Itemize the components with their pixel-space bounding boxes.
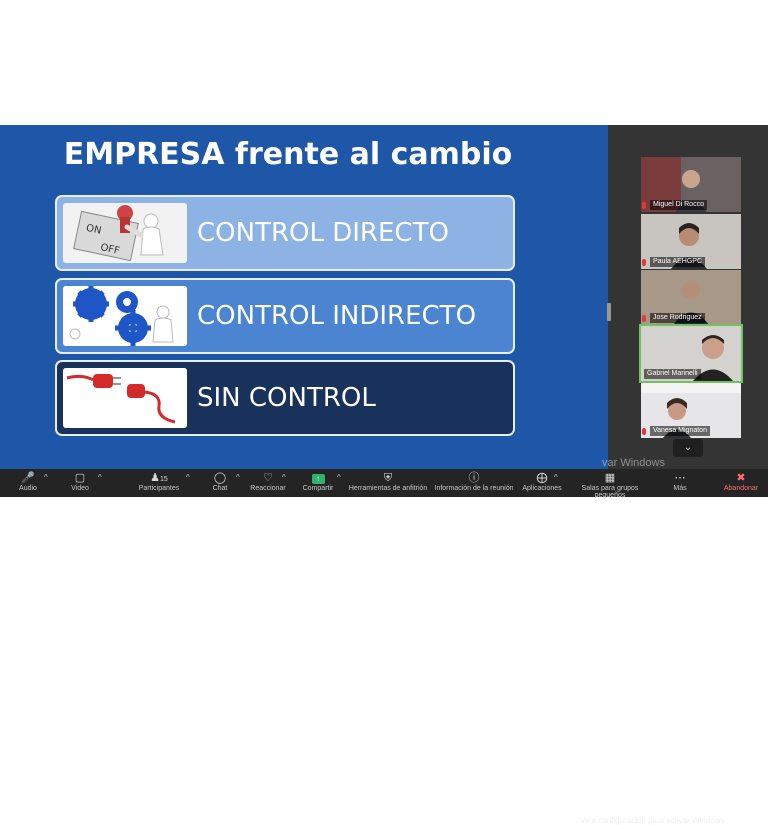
audio-options-caret[interactable]: ^ xyxy=(44,473,48,482)
video-options-caret[interactable]: ^ xyxy=(98,473,102,482)
chat-label: Chat xyxy=(212,485,228,492)
breakout-rooms-icon: ▦ xyxy=(604,472,616,484)
slide-item-sin-control: SIN CONTROL xyxy=(55,360,515,436)
apps-options-caret[interactable]: ^ xyxy=(554,473,558,482)
breakout-rooms-button[interactable]: ▦ Salas para grupos pequeños xyxy=(566,471,654,499)
more-button[interactable]: ⋯ Más xyxy=(666,471,694,492)
leave-label: Abandonar xyxy=(723,485,759,492)
share-screen-icon: ↑ xyxy=(298,471,338,485)
video-tile[interactable]: Jose Rodriguez xyxy=(641,270,741,325)
video-camera-icon: ▢ xyxy=(74,472,86,484)
mic-muted-icon xyxy=(642,315,646,322)
on-off-switch-image: ON OFF xyxy=(63,203,187,263)
slide-item-label: CONTROL DIRECTO xyxy=(197,218,449,248)
video-label: Video xyxy=(71,485,89,492)
slide-item-control-indirecto: CONTROL INDIRECTO xyxy=(55,278,515,354)
slide-item-label: CONTROL INDIRECTO xyxy=(197,301,477,331)
mic-muted-icon xyxy=(642,202,646,209)
leave-meeting-button[interactable]: ✖ Abandonar xyxy=(720,471,762,492)
share-screen-button[interactable]: ↑ Compartir xyxy=(298,471,338,492)
meeting-info-label: Información de la reunión xyxy=(434,485,514,492)
chat-options-caret[interactable]: ^ xyxy=(236,473,240,482)
video-tile[interactable]: Paula AEHGPC xyxy=(641,214,741,269)
react-label: Reaccionar xyxy=(250,485,286,492)
participants-label: Participantes xyxy=(138,485,180,492)
video-tile[interactable]: Vanesa Mignaton xyxy=(641,383,741,438)
chevron-down-icon: ⌄ xyxy=(683,442,693,453)
participants-button[interactable]: ♟15 Participantes xyxy=(134,471,184,492)
participant-name: Miguel Di Rocco xyxy=(650,200,707,210)
audio-button[interactable]: 🎤 Audio xyxy=(12,471,44,492)
participant-name: Vanesa Mignaton xyxy=(650,426,710,436)
leave-icon: ✖ xyxy=(736,472,746,484)
mic-muted-icon xyxy=(642,259,646,266)
more-dots-icon: ⋯ xyxy=(674,472,686,484)
participants-options-caret[interactable]: ^ xyxy=(186,473,190,482)
chat-button[interactable]: ◯ Chat xyxy=(206,471,234,492)
more-label: Más xyxy=(673,485,687,492)
shared-screen-slide: EMPRESA frente al cambio ON OFF CONTROL … xyxy=(0,125,608,469)
react-options-caret[interactable]: ^ xyxy=(282,473,286,482)
info-icon: ⓘ xyxy=(468,472,480,484)
participant-name: Paula AEHGPC xyxy=(650,257,706,267)
video-button[interactable]: ▢ Video xyxy=(64,471,96,492)
video-tile[interactable]: Miguel Di Rocco xyxy=(641,157,741,212)
participants-icon: ♟15 xyxy=(150,472,168,484)
shield-icon: ⛨ xyxy=(383,472,393,484)
zoom-meeting-window: EMPRESA frente al cambio ON OFF CONTROL … xyxy=(0,125,768,825)
participant-name: Gabriel Marinelli xyxy=(644,369,701,379)
participant-name: Jose Rodriguez xyxy=(650,313,705,323)
host-tools-label: Herramientas de anfitrión xyxy=(348,485,428,492)
gallery-scroll-down-button[interactable]: ⌄ xyxy=(673,439,703,457)
active-speaker-video-tile[interactable]: Gabriel Marinelli xyxy=(639,324,743,383)
chat-bubble-icon: ◯ xyxy=(213,472,227,484)
slide-item-control-directo: ON OFF CONTROL DIRECTO xyxy=(55,195,515,271)
host-tools-button[interactable]: ⛨ Herramientas de anfitrión xyxy=(348,471,428,492)
audio-label: Audio xyxy=(19,485,37,492)
share-label: Compartir xyxy=(302,485,334,492)
windows-activation-watermark-subtitle: Ve a configuración para activar Windows xyxy=(580,816,725,825)
mic-muted-icon: 🎤 xyxy=(21,472,35,484)
breakout-label: Salas para grupos pequeños xyxy=(581,485,639,499)
meeting-info-button[interactable]: ⓘ Información de la reunión xyxy=(432,471,516,492)
gears-image xyxy=(63,286,187,346)
windows-activation-watermark: var Windows xyxy=(602,457,665,469)
mic-muted-icon xyxy=(642,428,646,435)
slide-title: EMPRESA frente al cambio xyxy=(63,137,513,172)
share-options-caret[interactable]: ^ xyxy=(337,473,341,482)
slide-item-label: SIN CONTROL xyxy=(197,383,376,413)
gallery-resize-handle[interactable] xyxy=(607,303,611,321)
meeting-toolbar: 🎤 Audio ^ ▢ Video ^ ♟15 Participantes ^ … xyxy=(0,469,768,825)
apps-label: Aplicaciones xyxy=(522,485,562,492)
unplugged-cable-image xyxy=(63,368,187,428)
participants-count: 15 xyxy=(160,476,168,483)
